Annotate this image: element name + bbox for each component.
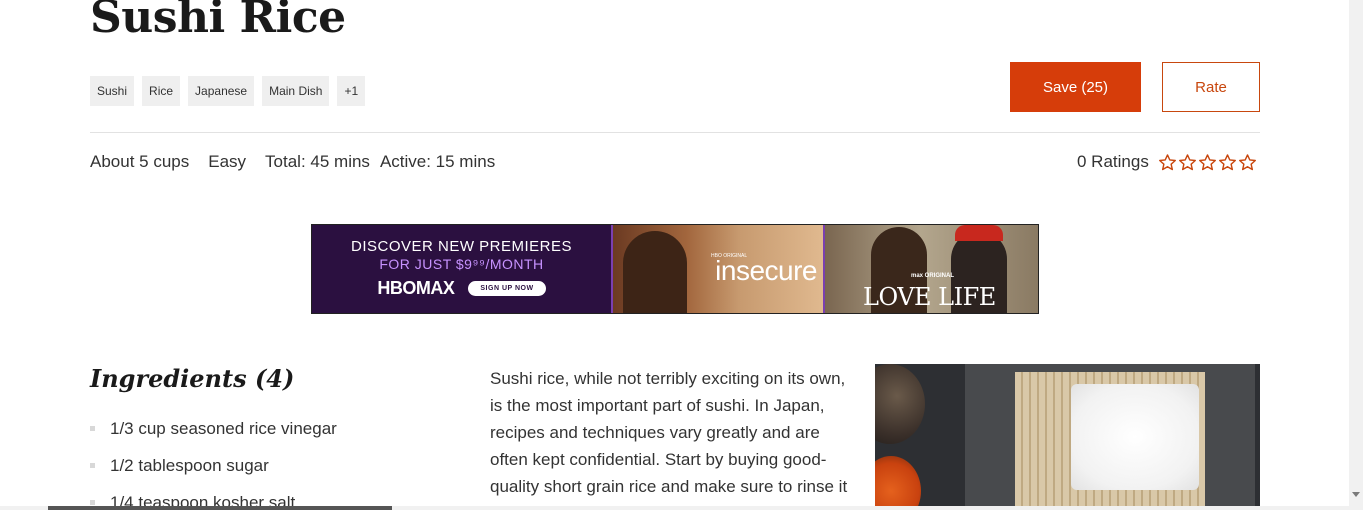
ad-hat-image: [955, 225, 1003, 241]
list-item: 1/2 tablespoon sugar: [90, 455, 337, 492]
tag-japanese[interactable]: Japanese: [188, 76, 255, 106]
ingredient-text: 1/3 cup seasoned rice vinegar: [110, 419, 337, 438]
tag-rice[interactable]: Rice: [142, 76, 181, 106]
rate-button[interactable]: Rate: [1162, 62, 1260, 112]
tag-main-dish[interactable]: Main Dish: [262, 76, 330, 106]
ad-promo-panel: DISCOVER NEW PREMIERES FOR JUST $9⁹⁹/MON…: [312, 225, 611, 313]
scroll-down-icon[interactable]: [1352, 492, 1360, 497]
ad-price: FOR JUST $9⁹⁹/MONTH: [379, 256, 544, 272]
ad-brand-row: HBOMAX SIGN UP NOW: [312, 278, 611, 299]
ad-headline: DISCOVER NEW PREMIERES: [350, 238, 573, 255]
save-button[interactable]: Save (25): [1010, 62, 1141, 112]
scrollbar-thumb[interactable]: [48, 506, 392, 510]
total-time-text: Total: 45 mins: [265, 152, 370, 171]
yield-text: About 5 cups: [90, 152, 190, 171]
ad-person-image: [623, 231, 687, 313]
ad-show-title: LOVE LIFE: [863, 283, 996, 311]
recipe-description: Sushi rice, while not terribly exciting …: [490, 369, 848, 510]
ingredients-list: 1/3 cup seasoned rice vinegar 1/2 tables…: [90, 418, 337, 510]
advertisement-banner[interactable]: DISCOVER NEW PREMIERES FOR JUST $9⁹⁹/MON…: [311, 224, 1039, 314]
vertical-scrollbar[interactable]: [1349, 0, 1363, 510]
tag-sushi[interactable]: Sushi: [90, 76, 135, 106]
recipe-photo[interactable]: [875, 364, 1260, 510]
hbomax-logo: HBOMAX: [377, 278, 455, 298]
ad-show-love-life: max ORIGINAL LOVE LIFE: [825, 225, 1038, 313]
ad-show-title: insecure: [715, 255, 817, 286]
star-outline-icon[interactable]: [1158, 153, 1177, 172]
ad-signup-button[interactable]: SIGN UP NOW: [468, 281, 546, 296]
ratings-summary: 0 Ratings: [1077, 152, 1257, 172]
rice-image: [1071, 384, 1199, 490]
list-item: 1/3 cup seasoned rice vinegar: [90, 418, 337, 455]
recipe-meta: About 5 cups Easy Total: 45 mins Active:…: [90, 152, 495, 172]
ad-show-insecure: HBO ORIGINAL insecure: [611, 225, 825, 313]
difficulty-text: Easy: [208, 152, 247, 171]
bullet-icon: [90, 426, 95, 431]
divider: [90, 132, 1260, 133]
recipe-title: Sushi Rice: [90, 0, 346, 43]
tag-list: Sushi Rice Japanese Main Dish +1: [90, 76, 366, 106]
ingredients-heading: Ingredients (4): [90, 364, 295, 393]
sesame-bowl-image: [875, 364, 925, 444]
star-outline-icon[interactable]: [1178, 153, 1197, 172]
ingredient-text: 1/2 tablespoon sugar: [110, 456, 269, 475]
star-outline-icon[interactable]: [1218, 153, 1237, 172]
roe-bowl-image: [875, 456, 921, 510]
active-time-text: Active: 15 mins: [379, 152, 496, 171]
ad-show-badge: max ORIGINAL: [911, 273, 955, 279]
bullet-icon: [90, 500, 95, 505]
star-outline-icon[interactable]: [1198, 153, 1217, 172]
tag-more[interactable]: +1: [337, 76, 366, 106]
bullet-icon: [90, 463, 95, 468]
star-rating[interactable]: [1158, 153, 1257, 172]
ratings-count: 0 Ratings: [1077, 152, 1149, 171]
star-outline-icon[interactable]: [1238, 153, 1257, 172]
